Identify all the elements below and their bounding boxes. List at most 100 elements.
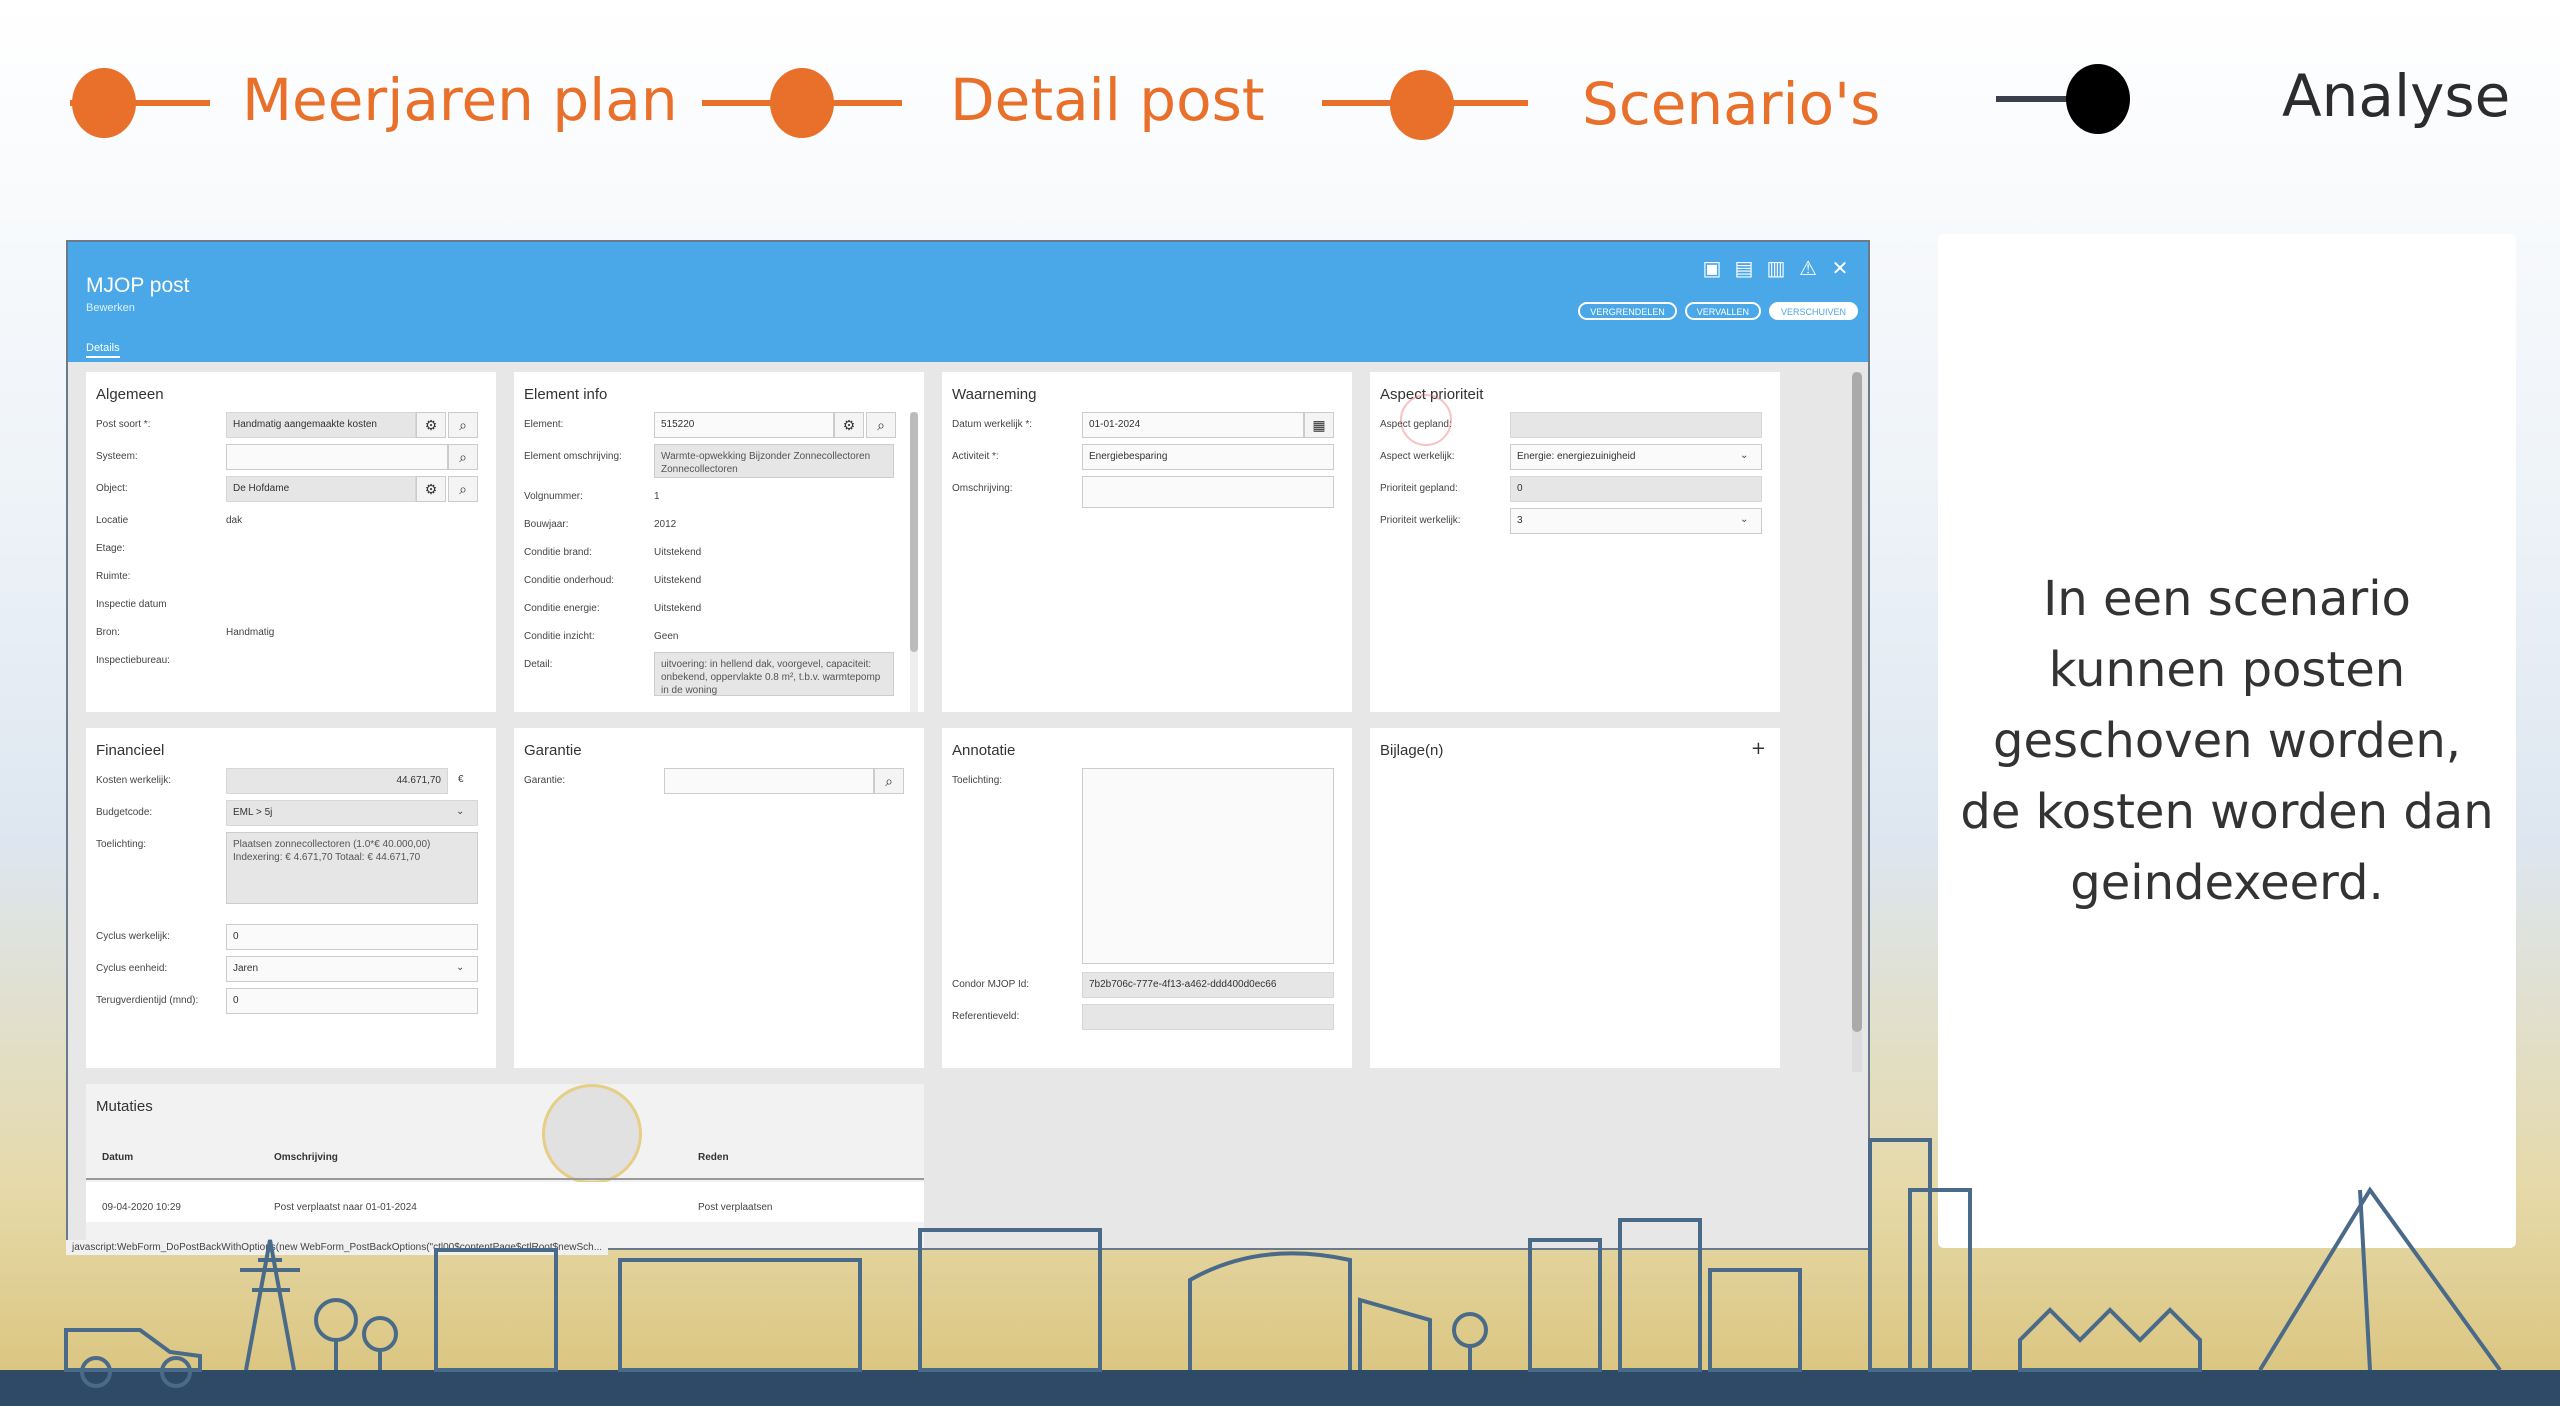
activiteit-label: Activiteit *: [952, 451, 999, 462]
gear-icon[interactable]: ⚙ [416, 412, 446, 438]
terug-input[interactable]: 0 [226, 988, 478, 1014]
info-text: In een scenario kunnen posten geschoven … [1960, 571, 2494, 911]
prio-werkelijk-select[interactable]: 3 [1510, 508, 1762, 534]
eenheid-select[interactable]: Jaren [226, 956, 478, 982]
search-icon[interactable]: ⌕ [866, 412, 896, 438]
kosten-input[interactable]: 44.671,70 [226, 768, 448, 794]
post-soort-input[interactable]: Handmatig aangemaakte kosten [226, 412, 416, 438]
vervallen-button[interactable]: VERVALLEN [1684, 302, 1761, 320]
panel-algemeen: Algemeen Post soort *: Handmatig aangema… [86, 372, 496, 712]
ruimte-label: Ruimte: [96, 571, 131, 582]
panel-title: Bijlage(n) [1380, 742, 1444, 759]
info-box: In een scenario kunnen posten geschoven … [1938, 234, 2516, 1248]
condor-row: Condor MJOP Id: 7b2b706c-777e-4f13-a462-… [952, 972, 1342, 998]
conditie-onderhoud-row: Conditie onderhoud: Uitstekend [524, 568, 914, 594]
chevron-down-icon[interactable]: ⌄ [1740, 450, 1748, 461]
activiteit-input[interactable]: Energiebesparing [1082, 444, 1334, 470]
step-dot [1390, 70, 1454, 140]
search-icon[interactable]: ⌕ [448, 444, 478, 470]
referentie-input[interactable] [1082, 1004, 1334, 1030]
terug-label: Terugverdientijd (mnd): [96, 995, 199, 1006]
detail-label: Detail: [524, 659, 553, 670]
chevron-down-icon[interactable]: ⌄ [456, 806, 464, 817]
search-icon[interactable]: ⌕ [448, 476, 478, 502]
panel-title: Annotatie [952, 742, 1016, 759]
scrollbar-thumb[interactable] [1852, 372, 1862, 1032]
omschrijving-label: Omschrijving: [952, 483, 1013, 494]
save-icon[interactable]: ▣ [1702, 256, 1722, 280]
locatie-label: Locatie [96, 515, 129, 526]
element-label: Element: [524, 419, 564, 430]
delete-icon[interactable]: ▥ [1766, 256, 1786, 280]
budget-select[interactable]: EML > 5j [226, 800, 478, 826]
add-attachment-button[interactable]: + [1751, 738, 1766, 759]
cyclus-input[interactable]: 0 [226, 924, 478, 950]
garantie-label: Garantie: [524, 775, 566, 786]
window-toolbar: ▣ ▤ ▥ ⚠ ✕ [1702, 256, 1850, 280]
element-omschrijving-field[interactable]: Warmte-opwekking Bijzonder Zonnecollecto… [654, 444, 894, 478]
save-as-icon[interactable]: ▤ [1734, 256, 1754, 280]
budget-label: Budgetcode: [96, 807, 153, 818]
scrollbar-thumb[interactable] [910, 412, 918, 652]
volgnummer-row: Volgnummer: 1 [524, 484, 914, 510]
gear-icon[interactable]: ⚙ [416, 476, 446, 502]
prio-werkelijk-row: Prioriteit werkelijk: 3 ⌄ [1380, 508, 1770, 534]
garantie-input[interactable] [664, 768, 874, 794]
currency-symbol: € [458, 774, 464, 785]
etage-label: Etage: [96, 543, 125, 554]
bouwjaar-row: Bouwjaar: 2012 [524, 512, 914, 538]
kosten-row: Kosten werkelijk: 44.671,70 € [96, 768, 486, 794]
annotatie-toelichting-field[interactable] [1082, 768, 1334, 964]
object-input[interactable]: De Hofdame [226, 476, 416, 502]
calendar-icon[interactable]: ▦ [1304, 412, 1334, 438]
omschrijving-row: Omschrijving: [952, 476, 1342, 508]
systeem-input[interactable] [226, 444, 448, 470]
cyclus-label: Cyclus werkelijk: [96, 931, 170, 942]
chevron-down-icon[interactable]: ⌄ [1740, 514, 1748, 525]
conditie-brand-value: Uitstekend [654, 547, 702, 558]
conditie-onderhoud-value: Uitstekend [654, 575, 702, 586]
search-icon[interactable]: ⌕ [448, 412, 478, 438]
detail-field[interactable]: uitvoering: in hellend dak, voorgevel, c… [654, 652, 894, 696]
vergrendelen-button[interactable]: VERGRENDELEN [1578, 302, 1677, 320]
panel-title: Element info [524, 386, 608, 403]
element-input[interactable]: 515220 [654, 412, 834, 438]
aspect-werkelijk-select[interactable]: Energie: energiezuinigheid [1510, 444, 1762, 470]
city-skyline-illustration [0, 1138, 2560, 1406]
panel-title: Waarneming [952, 386, 1037, 403]
bureau-row: Inspectiebureau: [96, 648, 486, 674]
systeem-label: Systeem: [96, 451, 138, 462]
panel-scrollbar[interactable] [910, 412, 918, 712]
referentie-label: Referentieveld: [952, 1011, 1020, 1022]
warning-icon[interactable]: ⚠ [1798, 256, 1818, 280]
tab-details[interactable]: Details [86, 342, 120, 358]
aspect-gepland-input[interactable] [1510, 412, 1762, 438]
bron-row: Bron: Handmatig [96, 620, 486, 646]
form-content: Algemeen Post soort *: Handmatig aangema… [68, 362, 1868, 1248]
ruimte-row: Ruimte: [96, 564, 486, 590]
omschrijving-label: Element omschrijving: [524, 451, 622, 462]
post-soort-label: Post soort *: [96, 419, 151, 430]
app-subtitle: Bewerken [86, 302, 135, 314]
panel-garantie: Garantie Garantie: ⌕ [514, 728, 924, 1068]
app-title: MJOP post [86, 274, 190, 297]
element-row: Element: 515220 ⚙ ⌕ [524, 412, 914, 438]
eenheid-row: Cyclus eenheid: Jaren ⌄ [96, 956, 486, 982]
condor-input[interactable]: 7b2b706c-777e-4f13-a462-ddd400d0ec66 [1082, 972, 1334, 998]
referentie-row: Referentieveld: [952, 1004, 1342, 1030]
bron-label: Bron: [96, 627, 120, 638]
close-icon[interactable]: ✕ [1830, 256, 1850, 280]
window-scrollbar[interactable] [1852, 372, 1862, 1072]
search-icon[interactable]: ⌕ [874, 768, 904, 794]
gear-icon[interactable]: ⚙ [834, 412, 864, 438]
datum-input[interactable]: 01-01-2024 [1082, 412, 1304, 438]
chevron-down-icon[interactable]: ⌄ [456, 962, 464, 973]
conditie-onderhoud-label: Conditie onderhoud: [524, 575, 615, 586]
omschrijving-input[interactable] [1082, 476, 1334, 508]
mjop-post-window: MJOP post Bewerken Details ▣ ▤ ▥ ⚠ ✕ VER… [66, 240, 1870, 1250]
toelichting-field[interactable]: Plaatsen zonnecollectoren (1.0*€ 40.000,… [226, 832, 478, 904]
prio-gepland-input[interactable]: 0 [1510, 476, 1762, 502]
step-dot [770, 68, 834, 138]
verschuiven-button[interactable]: VERSCHUIVEN [1768, 302, 1858, 320]
panel-aspect-prioriteit: Aspect prioriteit Aspect gepland: Aspect… [1370, 372, 1780, 712]
